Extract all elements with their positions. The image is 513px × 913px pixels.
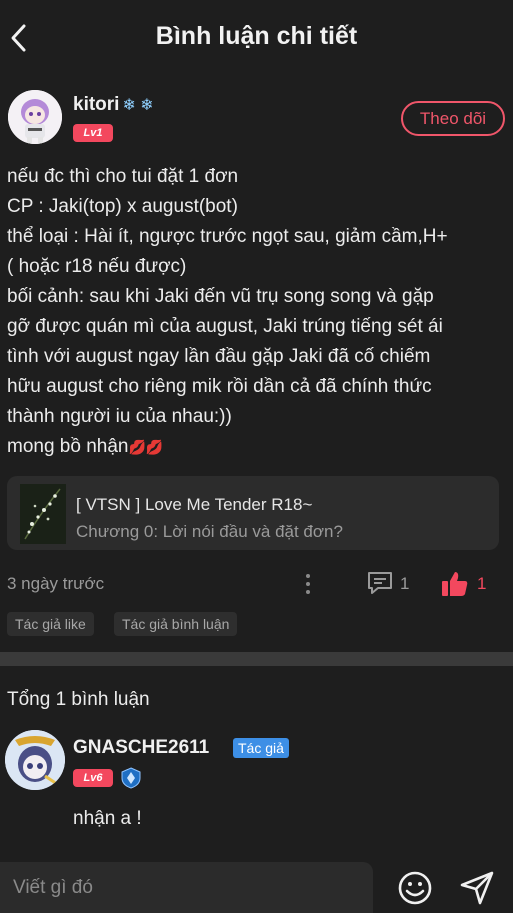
chapter-title: [ VTSN ] Love Me Tender R18~: [76, 495, 313, 514]
post-body: nếu đc thì cho tui đặt 1 đơn CP : Jaki(t…: [7, 162, 505, 462]
comment-input[interactable]: [0, 862, 373, 913]
comment-text: nhận a !: [73, 808, 142, 829]
post-line: tình với august ngay lần đầu gặp Jaki đã…: [7, 346, 431, 367]
comment-level-badge: Lv6: [73, 769, 113, 787]
comment-input-box: [0, 862, 373, 913]
comment-avatar[interactable]: [5, 730, 65, 790]
comment-icon[interactable]: [366, 570, 394, 596]
snowflake-icon: ❄ ❄: [122, 97, 154, 114]
post-author: kitori ❄ ❄ Lv1 Theo dõi: [8, 90, 505, 150]
level-badge: Lv1: [73, 124, 113, 142]
like-count: 1: [477, 574, 487, 593]
page-title: Bình luận chi tiết: [155, 22, 358, 50]
post-line: hữu august cho riêng mik rồi dần cả đã c…: [7, 376, 432, 397]
chapter-thumbnail: [20, 484, 66, 544]
shield-icon: [121, 767, 141, 789]
author-badge: Tác giả: [233, 738, 289, 758]
chapter-subtitle: Chương 0: Lời nói đầu và đặt đơn?: [76, 522, 343, 541]
post-time: 3 ngày trước: [7, 574, 105, 593]
comments-total: Tổng 1 bình luận: [7, 689, 150, 710]
lips-emoji-icon: 💋💋: [128, 439, 164, 455]
send-icon[interactable]: [458, 869, 496, 907]
chapter-card[interactable]: [ VTSN ] Love Me Tender R18~ Chương 0: L…: [7, 476, 499, 550]
emoji-icon[interactable]: [397, 870, 433, 906]
post-line: bối cảnh: sau khi Jaki đến vũ trụ song s…: [7, 286, 434, 307]
post-line: thể loại : Hài ít, ngược trước ngọt sau,…: [7, 226, 448, 247]
follow-button[interactable]: Theo dõi: [401, 101, 505, 136]
more-vertical-icon[interactable]: [302, 572, 314, 596]
author-name[interactable]: kitori ❄ ❄: [73, 94, 154, 116]
section-divider: [0, 652, 513, 666]
post-line-last: mong bồ nhận💋💋: [7, 432, 505, 462]
tag-author-like: Tác giả like: [7, 612, 94, 636]
post-meta: 3 ngày trước 1 1: [7, 570, 505, 598]
comment-author-name[interactable]: GNASCHE2611: [73, 737, 209, 759]
post-line-text: mong bồ nhận: [7, 436, 129, 457]
post-line: nếu đc thì cho tui đặt 1 đơn: [7, 166, 239, 187]
avatar[interactable]: [8, 90, 62, 144]
post-line: gỡ được quán mì của august, Jaki trúng t…: [7, 316, 443, 337]
comment-input-bar: [0, 862, 513, 913]
thumbs-up-icon[interactable]: [440, 570, 470, 598]
post-line: CP : Jaki(top) x august(bot): [7, 196, 238, 217]
post-line: thành người iu của nhau:)): [7, 406, 232, 427]
header: Bình luận chi tiết: [0, 0, 513, 76]
author-name-text: kitori: [73, 94, 120, 115]
comment-count: 1: [400, 574, 410, 593]
tag-author-comment: Tác giả bình luận: [114, 612, 238, 636]
post-line: ( hoặc r18 nếu được): [7, 256, 187, 277]
